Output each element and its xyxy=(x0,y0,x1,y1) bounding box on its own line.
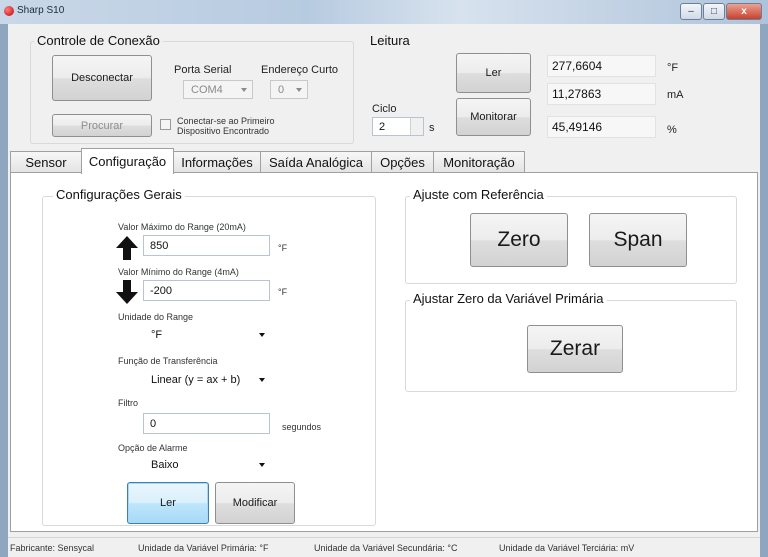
min-range-value: -200 xyxy=(150,284,173,297)
arrow-up-icon xyxy=(116,236,138,265)
serial-port-label: Porta Serial xyxy=(174,64,232,76)
read-button[interactable]: Ler xyxy=(456,53,531,93)
reading-value-3: 45,49146 xyxy=(547,116,656,138)
range-unit-label: Unidade do Range xyxy=(118,312,194,322)
tab-monitoracao[interactable]: Monitoração xyxy=(433,151,525,173)
short-address-label: Endereço Curto xyxy=(261,64,339,76)
window-title: Sharp S10 xyxy=(17,5,65,16)
primary-zero-title: Ajustar Zero da Variável Primária xyxy=(410,291,607,306)
chevron-down-icon xyxy=(241,87,247,92)
cycle-label: Ciclo xyxy=(372,103,397,115)
reading-unit-3: % xyxy=(667,124,677,136)
monitor-button[interactable]: Monitorar xyxy=(456,98,531,136)
reset-zero-button[interactable]: Zerar xyxy=(527,325,623,373)
min-range-label: Valor Mínimo do Range (4mA) xyxy=(118,267,239,277)
tab-sensor[interactable]: Sensor xyxy=(10,151,82,173)
status-primary-unit: Unidade da Variável Primária: °F xyxy=(138,543,269,553)
config-read-button[interactable]: Ler xyxy=(127,482,209,524)
serial-port-select[interactable]: COM4 xyxy=(183,80,253,99)
chevron-down-icon xyxy=(259,333,265,337)
reading-value-2: 11,27863 xyxy=(547,83,656,105)
auto-connect-checkbox[interactable] xyxy=(160,119,171,130)
cycle-unit: s xyxy=(429,122,435,134)
reading-title: Leitura xyxy=(367,33,413,48)
status-secondary-unit: Unidade da Variável Secundária: °C xyxy=(314,543,458,553)
status-bar: Fabricante: Sensycal Unidade da Variável… xyxy=(8,537,760,557)
range-unit-select[interactable]: °F xyxy=(143,325,271,345)
alarm-option-value: Baixo xyxy=(151,459,179,471)
span-button[interactable]: Span xyxy=(589,213,687,267)
maximize-button[interactable]: □ xyxy=(703,3,725,20)
filter-label: Filtro xyxy=(118,398,138,408)
filter-unit: segundos xyxy=(282,422,322,432)
cycle-spinner[interactable] xyxy=(410,118,423,135)
disconnect-button[interactable]: Desconectar xyxy=(52,55,152,101)
tab-opcoes[interactable]: Opções xyxy=(371,151,434,173)
reading-value-1: 277,6604 xyxy=(547,55,656,77)
connection-title: Controle de Conexão xyxy=(34,33,163,48)
alarm-option-select[interactable]: Baixo xyxy=(143,455,271,475)
transfer-function-value: Linear (y = ax + b) xyxy=(151,374,241,386)
arrow-down-icon xyxy=(116,280,138,309)
app-icon xyxy=(4,6,14,16)
title-bar[interactable] xyxy=(0,0,768,24)
reading-unit-1: °F xyxy=(667,62,679,74)
minimize-button[interactable]: – xyxy=(680,3,702,20)
cycle-value: 2 xyxy=(379,120,386,133)
auto-connect-label-line2: Dispositivo Encontrado xyxy=(177,126,270,136)
max-range-input[interactable]: 850 xyxy=(143,235,270,256)
chevron-down-icon xyxy=(259,378,265,382)
reference-adjust-title: Ajuste com Referência xyxy=(410,187,547,202)
min-range-input[interactable]: -200 xyxy=(143,280,270,301)
tab-configuracao[interactable]: Configuração xyxy=(81,148,174,174)
modify-button[interactable]: Modificar xyxy=(215,482,295,524)
reference-adjust-group xyxy=(405,196,737,284)
chevron-down-icon xyxy=(259,463,265,467)
chevron-down-icon xyxy=(296,87,302,92)
max-range-label: Valor Máximo do Range (20mA) xyxy=(118,222,246,232)
range-unit-value: °F xyxy=(151,329,163,341)
reading-unit-2: mA xyxy=(667,89,684,101)
search-button[interactable]: Procurar xyxy=(52,114,152,137)
tab-informacoes[interactable]: Informações xyxy=(173,151,261,173)
auto-connect-label-line1: Conectar-se ao Primeiro xyxy=(177,116,275,126)
serial-port-value: COM4 xyxy=(191,83,223,96)
transfer-function-select[interactable]: Linear (y = ax + b) xyxy=(143,370,271,390)
filter-input[interactable]: 0 xyxy=(143,413,270,434)
alarm-option-label: Opção de Alarme xyxy=(118,443,188,453)
min-range-unit: °F xyxy=(278,287,288,297)
transfer-function-label: Função de Transferência xyxy=(118,356,218,366)
max-range-unit: °F xyxy=(278,243,288,253)
short-address-value: 0 xyxy=(278,83,285,96)
status-manufacturer: Fabricante: Sensycal xyxy=(10,543,95,553)
tab-saida-analogica[interactable]: Saída Analógica xyxy=(260,151,372,173)
max-range-value: 850 xyxy=(150,239,169,252)
status-tertiary-unit: Unidade da Variável Terciária: mV xyxy=(499,543,635,553)
filter-value: 0 xyxy=(150,417,157,430)
short-address-select[interactable]: 0 xyxy=(270,80,308,99)
zero-button[interactable]: Zero xyxy=(470,213,568,267)
close-button[interactable]: x xyxy=(726,3,762,20)
general-settings-title: Configurações Gerais xyxy=(53,187,185,202)
